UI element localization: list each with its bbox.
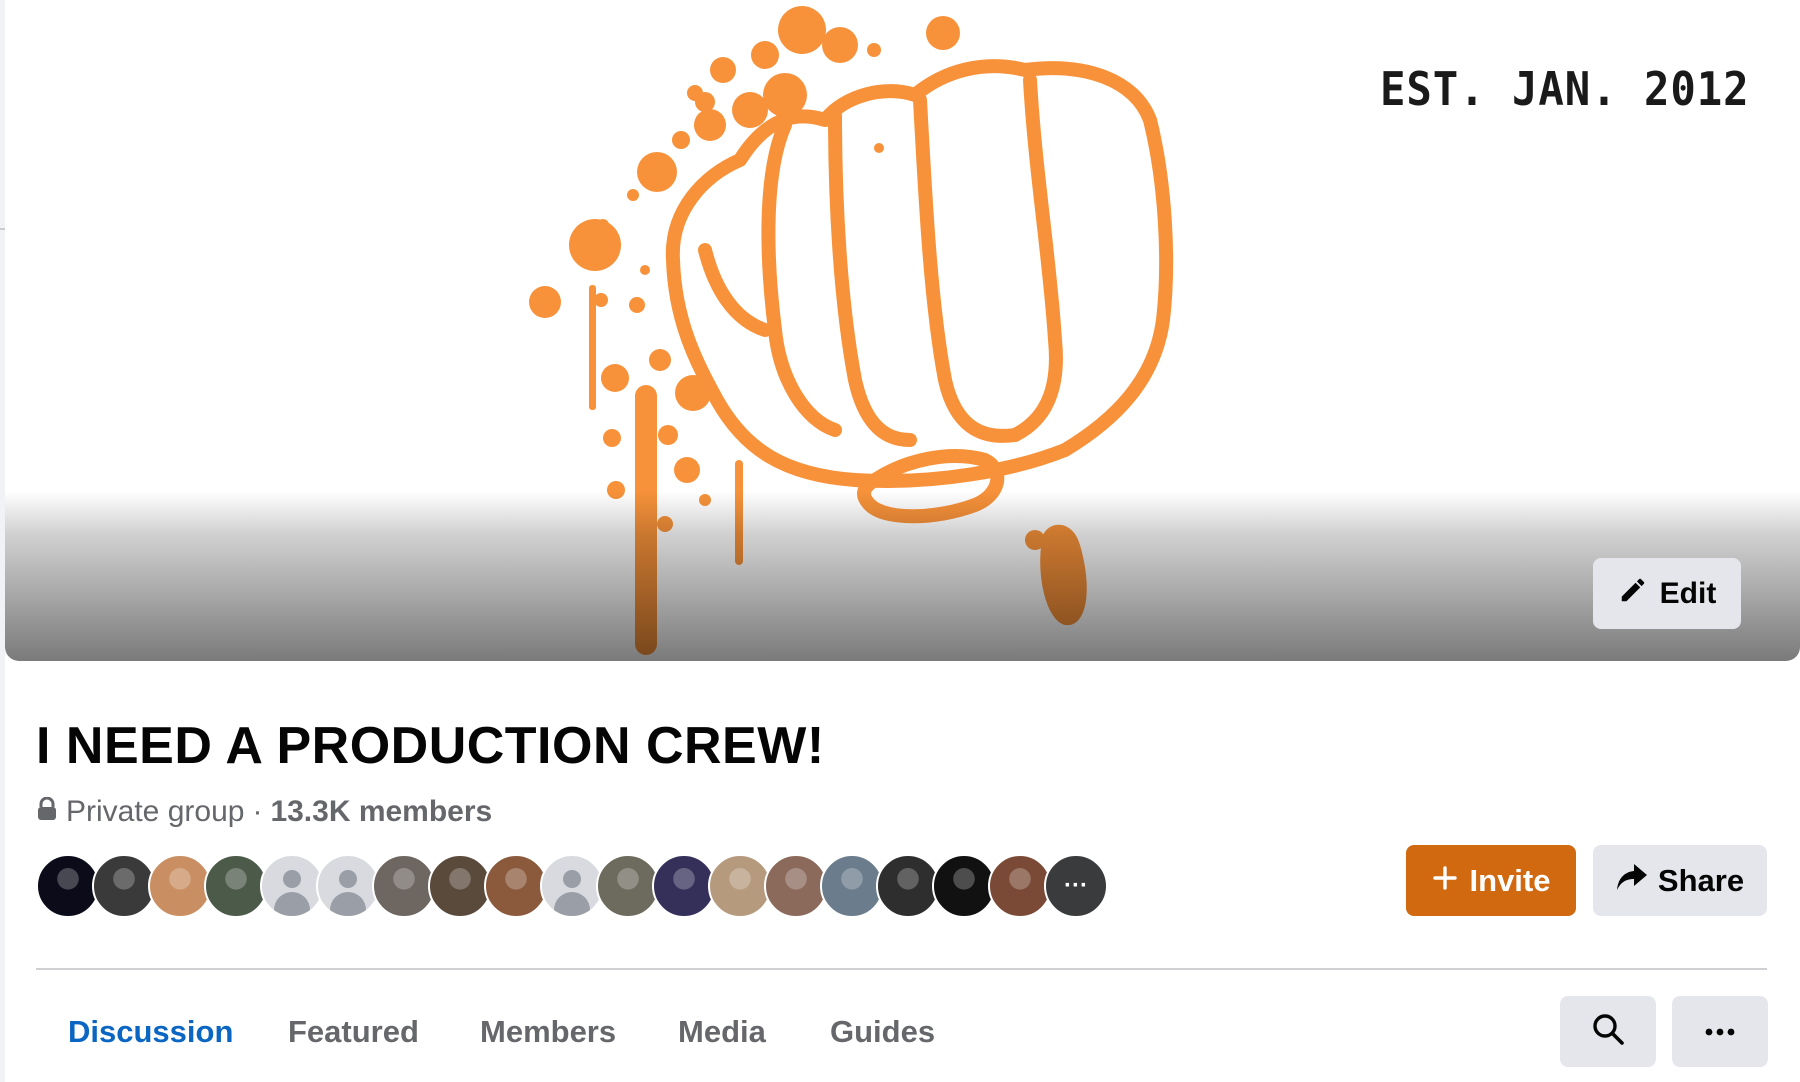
member-avatar[interactable] xyxy=(708,854,772,918)
invite-button[interactable]: Invite xyxy=(1406,845,1576,916)
tab-guides[interactable]: Guides xyxy=(830,1000,935,1064)
member-avatar[interactable] xyxy=(148,854,212,918)
tab-media[interactable]: Media xyxy=(678,1000,766,1064)
section-divider xyxy=(36,968,1767,970)
more-options-button[interactable] xyxy=(1672,996,1768,1067)
meta-separator: · xyxy=(252,795,263,828)
established-date-text: EST. JAN. 2012 xyxy=(1380,62,1750,116)
member-avatar[interactable] xyxy=(876,854,940,918)
member-avatar[interactable] xyxy=(92,854,156,918)
tab-discussion[interactable]: Discussion xyxy=(68,1000,233,1064)
member-avatar[interactable] xyxy=(428,854,492,918)
member-avatar[interactable] xyxy=(820,854,884,918)
member-avatar[interactable] xyxy=(652,854,716,918)
pencil-icon xyxy=(1618,575,1648,613)
tab-members[interactable]: Members xyxy=(480,1000,616,1064)
search-button[interactable] xyxy=(1560,996,1656,1067)
member-avatar[interactable] xyxy=(932,854,996,918)
group-meta: Private group · 13.3K members xyxy=(36,795,492,829)
more-horizontal-icon xyxy=(1705,1023,1735,1041)
privacy-label[interactable]: Private group xyxy=(66,795,244,829)
edit-cover-button[interactable]: Edit xyxy=(1593,558,1741,629)
edit-label: Edit xyxy=(1659,576,1717,610)
member-avatar[interactable] xyxy=(316,854,380,918)
more-members-avatar[interactable]: ··· xyxy=(1044,854,1108,918)
member-avatar[interactable] xyxy=(988,854,1052,918)
search-icon xyxy=(1591,1012,1625,1051)
share-button[interactable]: Share xyxy=(1593,845,1767,916)
tab-featured[interactable]: Featured xyxy=(288,1000,419,1064)
member-avatar[interactable] xyxy=(372,854,436,918)
member-avatar[interactable] xyxy=(484,854,548,918)
cover-bottom-gradient xyxy=(5,491,1800,661)
member-avatar[interactable] xyxy=(596,854,660,918)
member-avatar[interactable] xyxy=(204,854,268,918)
group-title: I NEED A PRODUCTION CREW! xyxy=(36,717,825,775)
cover-photo: EST. JAN. 2012 Edit xyxy=(5,0,1800,661)
member-avatar[interactable] xyxy=(260,854,324,918)
invite-label: Invite xyxy=(1469,862,1551,898)
share-arrow-icon xyxy=(1616,862,1648,900)
member-avatar[interactable] xyxy=(36,854,100,918)
member-avatar[interactable] xyxy=(764,854,828,918)
lock-icon xyxy=(36,795,58,829)
member-avatar[interactable] xyxy=(540,854,604,918)
plus-icon xyxy=(1432,863,1458,899)
share-label: Share xyxy=(1657,862,1745,898)
member-count[interactable]: 13.3K members xyxy=(270,795,492,829)
